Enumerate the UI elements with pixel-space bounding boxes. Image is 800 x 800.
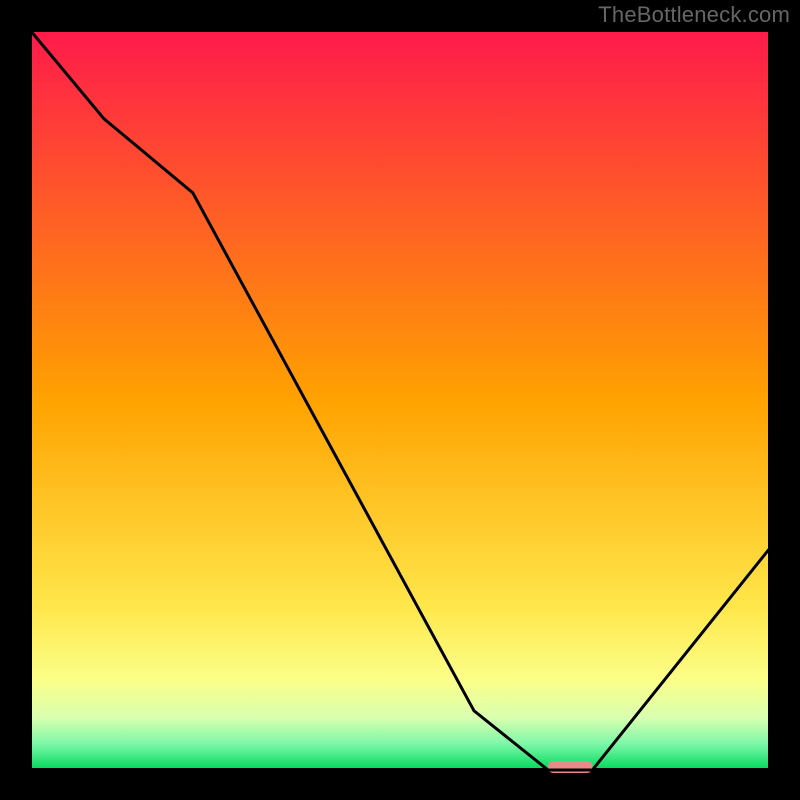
plot-background <box>30 30 770 770</box>
chart-container: TheBottleneck.com <box>0 0 800 800</box>
watermark-text: TheBottleneck.com <box>598 2 790 28</box>
bottleneck-chart <box>0 0 800 800</box>
